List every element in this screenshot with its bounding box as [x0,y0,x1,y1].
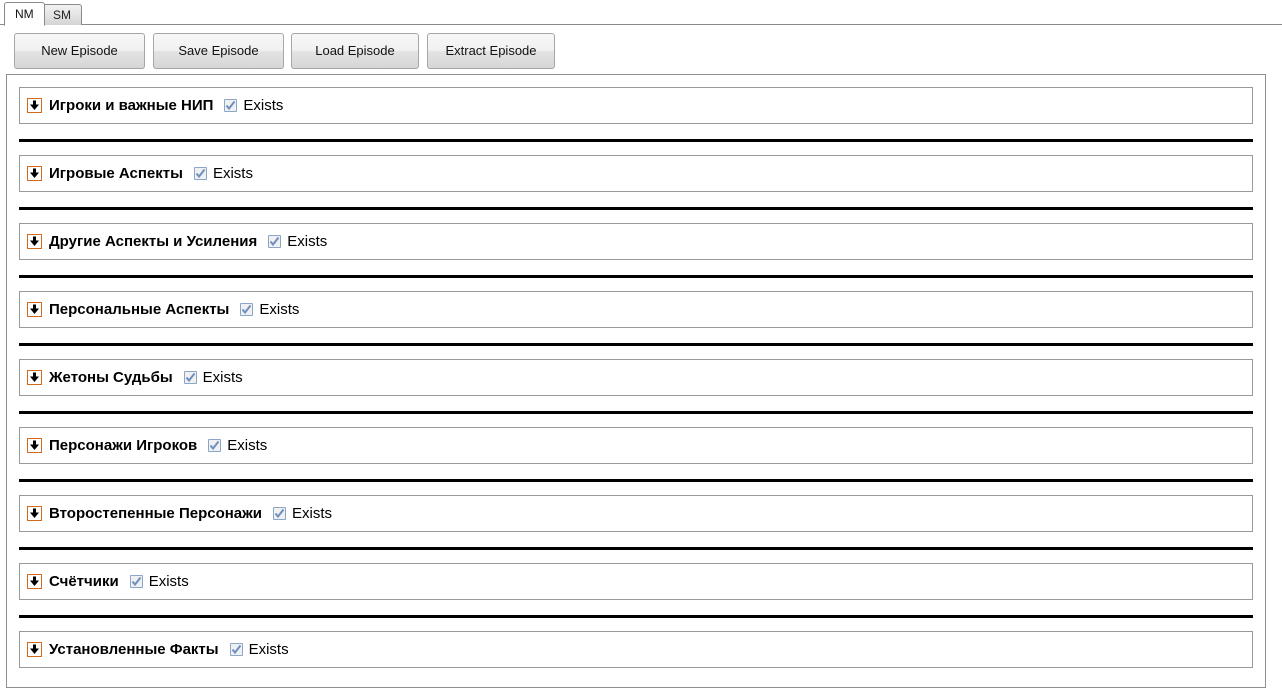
section-title: Персональные Аспекты [49,301,230,318]
section-9: Установленные Факты Exists [19,631,1253,668]
tab-nm[interactable]: NM [4,2,45,26]
chevron-down-icon[interactable] [27,166,42,181]
exists-checkbox-label: Exists [148,573,189,590]
exists-checkbox[interactable] [229,643,243,656]
exists-checkbox[interactable] [240,303,254,316]
exists-checkbox-label: Exists [287,233,328,250]
section-title: Игровые Аспекты [49,165,183,182]
exists-checkbox-label: Exists [227,437,268,454]
section-header[interactable]: Игровые Аспекты Exists [19,155,1253,192]
sections-list: Игроки и важные НИП Exists Игровые Аспекты… [7,87,1265,668]
section-header[interactable]: Счётчики Exists [19,563,1253,600]
chevron-down-icon[interactable] [27,642,42,657]
chevron-down-icon[interactable] [27,506,42,521]
section-title: Жетоны Судьбы [49,369,173,386]
exists-checkbox[interactable] [273,507,286,520]
extract-episode-button[interactable]: Extract Episode [427,33,555,69]
section-7: Второстепенные Персонажи Exists [19,495,1253,532]
section-title: Персонажи Игроков [49,437,198,454]
episode-sections-panel: Игроки и важные НИП Exists Игровые Аспекты… [6,74,1266,688]
section-8: Счётчики Exists [19,563,1253,600]
section-3: Другие Аспекты и Усиления Exists [19,223,1253,260]
section-title: Установленные Факты [49,641,219,658]
section-divider [19,207,1253,210]
tab-sm[interactable]: SM [42,4,82,25]
section-header[interactable]: Установленные Факты Exists [19,631,1253,668]
exists-checkbox-label: Exists [259,301,300,318]
exists-checkbox[interactable] [193,167,207,180]
section-5: Жетоны Судьбы Exists [19,359,1253,396]
section-header[interactable]: Персональные Аспекты Exists [19,291,1253,328]
section-divider [19,479,1253,482]
save-episode-button[interactable]: Save Episode [153,33,284,69]
section-divider [19,615,1253,618]
section-header[interactable]: Второстепенные Персонажи Exists [19,495,1253,532]
extract-episode-label: Extract Episode [445,43,537,58]
section-divider [19,343,1253,346]
exists-checkbox-label: Exists [202,369,243,386]
section-divider [19,275,1253,278]
tab-sm-label: SM [53,8,71,22]
chevron-down-icon[interactable] [27,438,42,453]
load-episode-label: Load Episode [315,43,395,58]
chevron-down-icon[interactable] [27,574,42,589]
tab-nm-label: NM [15,7,34,21]
load-episode-button[interactable]: Load Episode [291,33,419,69]
section-title: Второстепенные Персонажи [49,505,262,522]
exists-checkbox[interactable] [129,575,143,588]
section-divider [19,547,1253,550]
section-2: Игровые Аспекты Exists [19,155,1253,192]
chevron-down-icon[interactable] [27,234,42,249]
chevron-down-icon[interactable] [27,302,42,317]
exists-checkbox[interactable] [224,99,238,112]
section-header[interactable]: Жетоны Судьбы Exists [19,359,1253,396]
section-header[interactable]: Другие Аспекты и Усиления Exists [19,223,1253,260]
section-title: Другие Аспекты и Усиления [49,233,258,250]
chevron-down-icon[interactable] [27,98,42,113]
section-4: Персональные Аспекты Exists [19,291,1253,328]
save-episode-label: Save Episode [178,43,259,58]
section-title: Счётчики [49,573,119,590]
exists-checkbox-label: Exists [212,165,253,182]
exists-checkbox-label: Exists [248,641,289,658]
exists-checkbox-label: Exists [243,97,284,114]
section-header[interactable]: Персонажи Игроков Exists [19,427,1253,464]
toolbar: New Episode Save Episode Load Episode Ex… [0,26,1282,74]
tab-strip: NM SM [0,0,1282,26]
exists-checkbox-label: Exists [292,505,333,522]
section-header[interactable]: Игроки и важные НИП Exists [19,87,1253,124]
section-divider [19,139,1253,142]
section-title: Игроки и важные НИП [49,97,214,114]
exists-checkbox[interactable] [268,235,282,248]
section-divider [19,411,1253,414]
section-6: Персонажи Игроков Exists [19,427,1253,464]
exists-checkbox[interactable] [208,439,222,452]
exists-checkbox[interactable] [183,371,197,384]
new-episode-label: New Episode [41,43,118,58]
section-1: Игроки и важные НИП Exists [19,87,1253,124]
chevron-down-icon[interactable] [27,370,42,385]
new-episode-button[interactable]: New Episode [14,33,145,69]
